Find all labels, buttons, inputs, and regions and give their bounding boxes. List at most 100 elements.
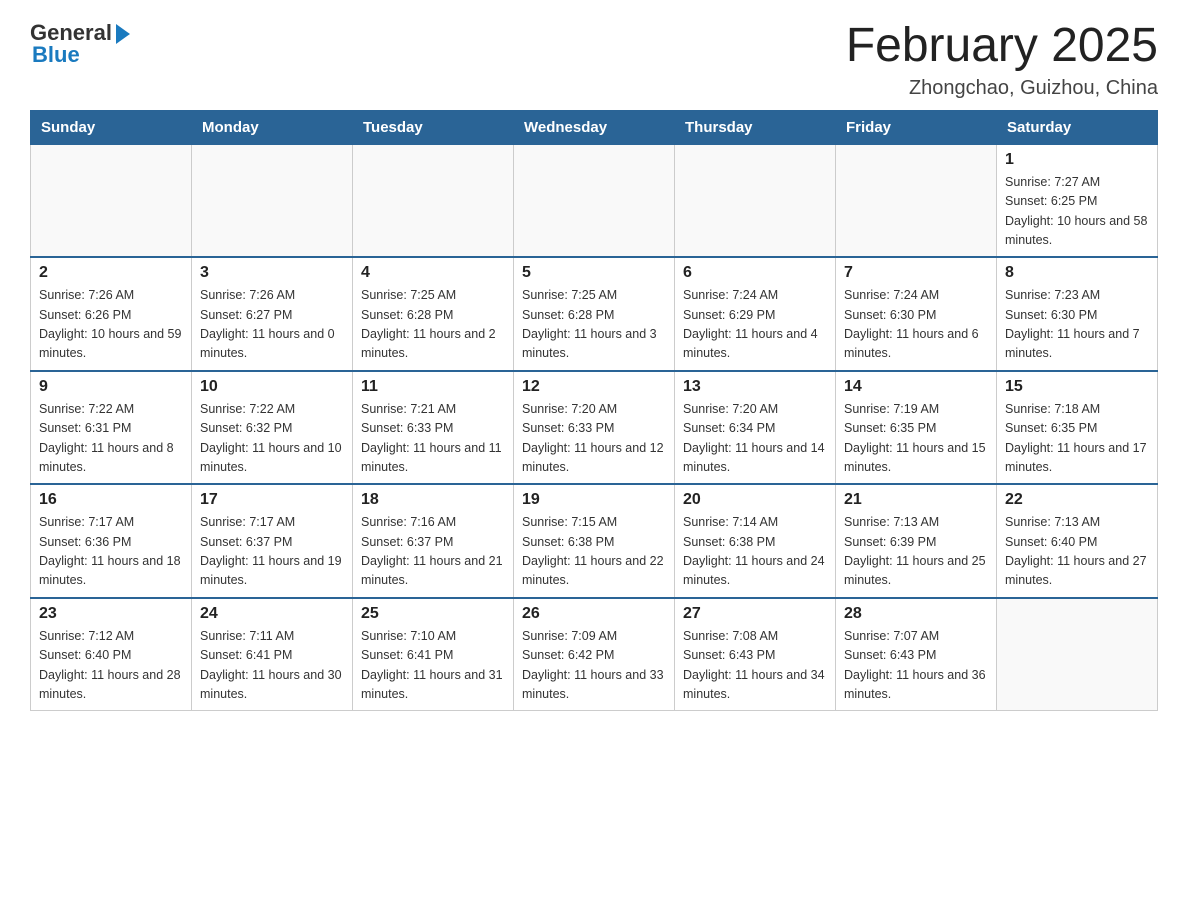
calendar-cell xyxy=(675,144,836,257)
day-info: Sunrise: 7:08 AMSunset: 6:43 PMDaylight:… xyxy=(683,627,827,705)
day-info: Sunrise: 7:26 AMSunset: 6:27 PMDaylight:… xyxy=(200,286,344,364)
calendar-cell xyxy=(192,144,353,257)
calendar-cell: 18 Sunrise: 7:16 AMSunset: 6:37 PMDayligh… xyxy=(353,484,514,598)
calendar-cell: 6 Sunrise: 7:24 AMSunset: 6:29 PMDaylight… xyxy=(675,257,836,371)
calendar-header-monday: Monday xyxy=(192,110,353,144)
calendar-cell: 11Sunrise: 7:21 AMSunset: 6:33 PMDayligh… xyxy=(353,371,514,485)
day-number: 10 xyxy=(200,378,344,396)
calendar-cell: 25 Sunrise: 7:10 AMSunset: 6:41 PMDayligh… xyxy=(353,598,514,711)
day-info: Sunrise: 7:15 AMSunset: 6:38 PMDaylight:… xyxy=(522,513,666,591)
day-number: 27 xyxy=(683,605,827,623)
logo-blue-text: Blue xyxy=(30,42,80,68)
day-info: Sunrise: 7:26 AMSunset: 6:26 PMDaylight:… xyxy=(39,286,183,364)
calendar-cell xyxy=(31,144,192,257)
day-info: Sunrise: 7:07 AMSunset: 6:43 PMDaylight:… xyxy=(844,627,988,705)
day-info: Sunrise: 7:11 AMSunset: 6:41 PMDaylight:… xyxy=(200,627,344,705)
calendar-cell: 12 Sunrise: 7:20 AMSunset: 6:33 PMDayligh… xyxy=(514,371,675,485)
day-info: Sunrise: 7:24 AMSunset: 6:30 PMDaylight:… xyxy=(844,286,988,364)
day-number: 12 xyxy=(522,378,666,396)
calendar-cell: 16Sunrise: 7:17 AMSunset: 6:36 PMDayligh… xyxy=(31,484,192,598)
day-number: 9 xyxy=(39,378,183,396)
calendar-cell xyxy=(514,144,675,257)
calendar-week-row: 1 Sunrise: 7:27 AMSunset: 6:25 PMDaylight… xyxy=(31,144,1158,257)
day-info: Sunrise: 7:09 AMSunset: 6:42 PMDaylight:… xyxy=(522,627,666,705)
calendar-week-row: 16Sunrise: 7:17 AMSunset: 6:36 PMDayligh… xyxy=(31,484,1158,598)
day-number: 7 xyxy=(844,264,988,282)
calendar-week-row: 2 Sunrise: 7:26 AMSunset: 6:26 PMDaylight… xyxy=(31,257,1158,371)
calendar-header-tuesday: Tuesday xyxy=(353,110,514,144)
day-number: 8 xyxy=(1005,264,1149,282)
calendar-week-row: 23 Sunrise: 7:12 AMSunset: 6:40 PMDayligh… xyxy=(31,598,1158,711)
calendar-header-sunday: Sunday xyxy=(31,110,192,144)
day-number: 15 xyxy=(1005,378,1149,396)
month-title: February 2025 xyxy=(846,20,1158,73)
calendar-cell xyxy=(353,144,514,257)
day-number: 25 xyxy=(361,605,505,623)
day-info: Sunrise: 7:21 AMSunset: 6:33 PMDaylight:… xyxy=(361,400,505,478)
day-info: Sunrise: 7:20 AMSunset: 6:33 PMDaylight:… xyxy=(522,400,666,478)
calendar-cell: 2 Sunrise: 7:26 AMSunset: 6:26 PMDaylight… xyxy=(31,257,192,371)
calendar-cell: 7 Sunrise: 7:24 AMSunset: 6:30 PMDaylight… xyxy=(836,257,997,371)
day-info: Sunrise: 7:24 AMSunset: 6:29 PMDaylight:… xyxy=(683,286,827,364)
calendar-cell: 21 Sunrise: 7:13 AMSunset: 6:39 PMDayligh… xyxy=(836,484,997,598)
day-number: 1 xyxy=(1005,151,1149,169)
day-number: 5 xyxy=(522,264,666,282)
calendar-cell: 14 Sunrise: 7:19 AMSunset: 6:35 PMDayligh… xyxy=(836,371,997,485)
calendar-header-row: SundayMondayTuesdayWednesdayThursdayFrid… xyxy=(31,110,1158,144)
day-number: 24 xyxy=(200,605,344,623)
day-number: 28 xyxy=(844,605,988,623)
day-info: Sunrise: 7:14 AMSunset: 6:38 PMDaylight:… xyxy=(683,513,827,591)
day-info: Sunrise: 7:25 AMSunset: 6:28 PMDaylight:… xyxy=(361,286,505,364)
day-info: Sunrise: 7:19 AMSunset: 6:35 PMDaylight:… xyxy=(844,400,988,478)
calendar-cell: 8 Sunrise: 7:23 AMSunset: 6:30 PMDaylight… xyxy=(997,257,1158,371)
day-info: Sunrise: 7:22 AMSunset: 6:31 PMDaylight:… xyxy=(39,400,183,478)
day-number: 2 xyxy=(39,264,183,282)
day-number: 4 xyxy=(361,264,505,282)
day-number: 14 xyxy=(844,378,988,396)
calendar-cell: 28 Sunrise: 7:07 AMSunset: 6:43 PMDayligh… xyxy=(836,598,997,711)
calendar-cell: 9 Sunrise: 7:22 AMSunset: 6:31 PMDaylight… xyxy=(31,371,192,485)
calendar-cell: 5 Sunrise: 7:25 AMSunset: 6:28 PMDaylight… xyxy=(514,257,675,371)
calendar-header-wednesday: Wednesday xyxy=(514,110,675,144)
calendar-cell: 20 Sunrise: 7:14 AMSunset: 6:38 PMDayligh… xyxy=(675,484,836,598)
page-header: General Blue February 2025 Zhongchao, Gu… xyxy=(30,20,1158,100)
calendar-cell: 3 Sunrise: 7:26 AMSunset: 6:27 PMDaylight… xyxy=(192,257,353,371)
calendar-cell xyxy=(836,144,997,257)
day-number: 17 xyxy=(200,491,344,509)
day-number: 23 xyxy=(39,605,183,623)
day-info: Sunrise: 7:12 AMSunset: 6:40 PMDaylight:… xyxy=(39,627,183,705)
location-title: Zhongchao, Guizhou, China xyxy=(846,77,1158,100)
calendar-cell: 19 Sunrise: 7:15 AMSunset: 6:38 PMDayligh… xyxy=(514,484,675,598)
logo: General Blue xyxy=(30,20,130,68)
calendar-cell: 26 Sunrise: 7:09 AMSunset: 6:42 PMDayligh… xyxy=(514,598,675,711)
day-number: 20 xyxy=(683,491,827,509)
calendar-cell: 1 Sunrise: 7:27 AMSunset: 6:25 PMDaylight… xyxy=(997,144,1158,257)
calendar-header-saturday: Saturday xyxy=(997,110,1158,144)
day-number: 26 xyxy=(522,605,666,623)
day-info: Sunrise: 7:10 AMSunset: 6:41 PMDaylight:… xyxy=(361,627,505,705)
day-info: Sunrise: 7:17 AMSunset: 6:37 PMDaylight:… xyxy=(200,513,344,591)
day-number: 13 xyxy=(683,378,827,396)
calendar-cell: 17 Sunrise: 7:17 AMSunset: 6:37 PMDayligh… xyxy=(192,484,353,598)
day-number: 22 xyxy=(1005,491,1149,509)
calendar-cell: 4 Sunrise: 7:25 AMSunset: 6:28 PMDaylight… xyxy=(353,257,514,371)
day-info: Sunrise: 7:13 AMSunset: 6:39 PMDaylight:… xyxy=(844,513,988,591)
day-info: Sunrise: 7:16 AMSunset: 6:37 PMDaylight:… xyxy=(361,513,505,591)
day-number: 18 xyxy=(361,491,505,509)
calendar-cell: 27 Sunrise: 7:08 AMSunset: 6:43 PMDayligh… xyxy=(675,598,836,711)
day-number: 21 xyxy=(844,491,988,509)
day-number: 19 xyxy=(522,491,666,509)
day-info: Sunrise: 7:20 AMSunset: 6:34 PMDaylight:… xyxy=(683,400,827,478)
day-info: Sunrise: 7:25 AMSunset: 6:28 PMDaylight:… xyxy=(522,286,666,364)
day-info: Sunrise: 7:17 AMSunset: 6:36 PMDaylight:… xyxy=(39,513,183,591)
day-number: 3 xyxy=(200,264,344,282)
calendar-cell: 15Sunrise: 7:18 AMSunset: 6:35 PMDayligh… xyxy=(997,371,1158,485)
calendar-week-row: 9 Sunrise: 7:22 AMSunset: 6:31 PMDaylight… xyxy=(31,371,1158,485)
day-info: Sunrise: 7:23 AMSunset: 6:30 PMDaylight:… xyxy=(1005,286,1149,364)
day-number: 6 xyxy=(683,264,827,282)
calendar-cell: 22Sunrise: 7:13 AMSunset: 6:40 PMDayligh… xyxy=(997,484,1158,598)
title-block: February 2025 Zhongchao, Guizhou, China xyxy=(846,20,1158,100)
logo-arrow-icon xyxy=(116,24,130,44)
calendar-cell: 23 Sunrise: 7:12 AMSunset: 6:40 PMDayligh… xyxy=(31,598,192,711)
day-info: Sunrise: 7:27 AMSunset: 6:25 PMDaylight:… xyxy=(1005,173,1149,251)
